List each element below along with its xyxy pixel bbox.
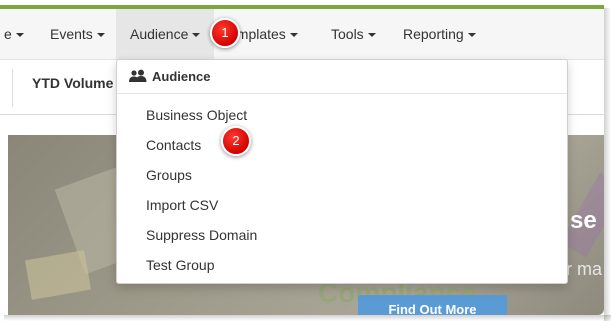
caret-down-icon: [467, 33, 476, 38]
main-navbar: e Events Audience emplates Tools Reporti…: [0, 9, 604, 60]
dropdown-header: Audience: [117, 60, 567, 94]
users-icon: [129, 69, 147, 82]
dropdown-header-label: Audience: [152, 69, 211, 84]
nav-item-label: Tools: [331, 26, 364, 42]
caret-down-icon: [289, 33, 298, 38]
callout-badge-2: 2: [221, 126, 251, 156]
caret-down-icon: [15, 33, 24, 38]
nav-item-audience[interactable]: Audience: [116, 9, 215, 60]
nav-item-label: Audience: [130, 26, 189, 42]
caret-down-icon: [96, 33, 105, 38]
find-out-more-button[interactable]: Find Out More: [358, 295, 507, 315]
menu-item-groups[interactable]: Groups: [146, 160, 192, 190]
nav-item-reporting[interactable]: Reporting: [403, 9, 476, 60]
callout-badge-1: 1: [210, 18, 240, 48]
nav-item-events[interactable]: Events: [50, 9, 105, 60]
caret-down-icon: [367, 33, 376, 38]
window-shadow: [4, 315, 611, 321]
menu-item-contacts[interactable]: Contacts: [146, 130, 201, 160]
ytd-volume-label: YTD Volume: [32, 75, 114, 91]
window-shadow: [604, 8, 611, 321]
nav-item-label: e: [4, 26, 12, 42]
app-window: e Events Audience emplates Tools Reporti…: [0, 0, 604, 315]
menu-item-test-group[interactable]: Test Group: [146, 250, 214, 280]
banner-headline: se: [570, 207, 597, 234]
nav-item-label: Events: [50, 26, 93, 42]
banner-decoration: [24, 250, 92, 300]
nav-item-home[interactable]: e: [4, 9, 24, 60]
menu-item-import-csv[interactable]: Import CSV: [146, 190, 218, 220]
nav-item-label: Reporting: [403, 26, 464, 42]
audience-dropdown-menu: Audience Business Object Contacts Groups…: [116, 59, 568, 284]
banner-subheadline: r ma: [566, 259, 602, 279]
caret-down-icon: [192, 33, 201, 38]
menu-item-suppress-domain[interactable]: Suppress Domain: [146, 220, 257, 250]
nav-item-tools[interactable]: Tools: [331, 9, 376, 60]
divider: [12, 69, 13, 107]
